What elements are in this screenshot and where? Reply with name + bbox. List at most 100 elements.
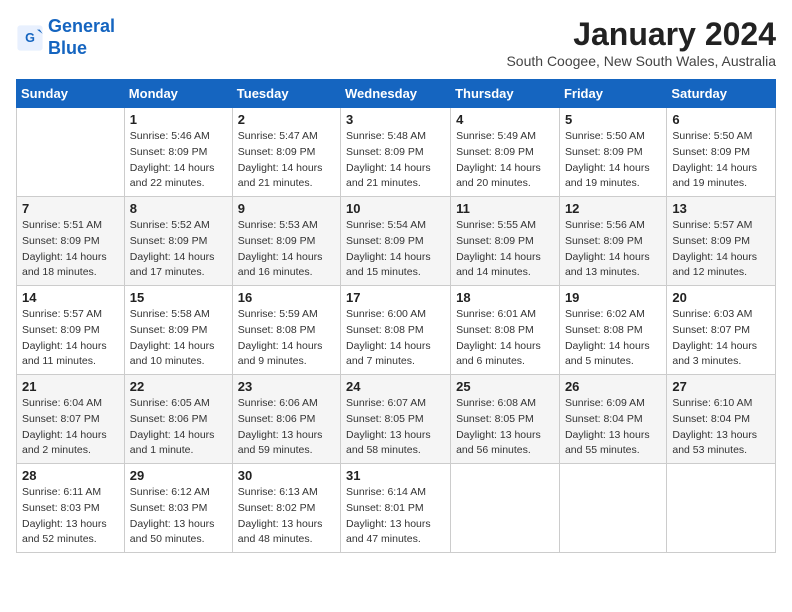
month-title: January 2024 [506, 16, 776, 53]
calendar-cell: 20 Sunrise: 6:03 AM Sunset: 8:07 PM Dayli… [667, 286, 776, 375]
calendar-cell: 22 Sunrise: 6:05 AM Sunset: 8:06 PM Dayli… [124, 375, 232, 464]
day-detail: Sunrise: 6:01 AM Sunset: 8:08 PM Dayligh… [456, 307, 554, 370]
calendar-cell: 11Sunrise: 5:55 AM Sunset: 8:09 PM Dayli… [451, 197, 560, 286]
day-number: 13 [672, 201, 770, 216]
weekday-header: Sunday [17, 80, 125, 108]
day-detail: Sunrise: 5:52 AM Sunset: 8:09 PM Dayligh… [130, 218, 227, 281]
calendar-cell: 28 Sunrise: 6:11 AM Sunset: 8:03 PM Dayli… [17, 464, 125, 553]
location-subtitle: South Coogee, New South Wales, Australia [506, 53, 776, 69]
day-detail: Sunrise: 6:14 AM Sunset: 8:01 PM Dayligh… [346, 485, 445, 548]
day-number: 10 [346, 201, 445, 216]
calendar-cell: 29Sunrise: 6:12 AM Sunset: 8:03 PM Dayli… [124, 464, 232, 553]
calendar-cell: 24Sunrise: 6:07 AM Sunset: 8:05 PM Dayli… [341, 375, 451, 464]
day-detail: Sunrise: 6:00 AM Sunset: 8:08 PM Dayligh… [346, 307, 445, 370]
day-detail: Sunrise: 6:05 AM Sunset: 8:06 PM Dayligh… [130, 396, 227, 459]
day-number: 31 [346, 468, 445, 483]
day-number: 16 [238, 290, 335, 305]
calendar-week-row: 21Sunrise: 6:04 AM Sunset: 8:07 PM Dayli… [17, 375, 776, 464]
weekday-header: Saturday [667, 80, 776, 108]
day-number: 22 [130, 379, 227, 394]
day-number: 28 [22, 468, 119, 483]
logo-text: General Blue [48, 16, 115, 59]
calendar-cell: 25Sunrise: 6:08 AM Sunset: 8:05 PM Dayli… [451, 375, 560, 464]
day-number: 3 [346, 112, 445, 127]
day-detail: Sunrise: 6:13 AM Sunset: 8:02 PM Dayligh… [238, 485, 335, 548]
day-detail: Sunrise: 6:09 AM Sunset: 8:04 PM Dayligh… [565, 396, 661, 459]
day-detail: Sunrise: 6:02 AM Sunset: 8:08 PM Dayligh… [565, 307, 661, 370]
logo-line1: General [48, 16, 115, 36]
day-detail: Sunrise: 6:10 AM Sunset: 8:04 PM Dayligh… [672, 396, 770, 459]
logo-line2: Blue [48, 38, 87, 58]
day-number: 20 [672, 290, 770, 305]
calendar-cell [451, 464, 560, 553]
logo-icon: G [16, 24, 44, 52]
day-detail: Sunrise: 5:55 AM Sunset: 8:09 PM Dayligh… [456, 218, 554, 281]
calendar-cell: 18 Sunrise: 6:01 AM Sunset: 8:08 PM Dayli… [451, 286, 560, 375]
weekday-header: Wednesday [341, 80, 451, 108]
day-detail: Sunrise: 5:50 AM Sunset: 8:09 PM Dayligh… [565, 129, 661, 192]
day-detail: Sunrise: 5:51 AM Sunset: 8:09 PM Dayligh… [22, 218, 119, 281]
day-detail: Sunrise: 5:49 AM Sunset: 8:09 PM Dayligh… [456, 129, 554, 192]
calendar-cell: 19Sunrise: 6:02 AM Sunset: 8:08 PM Dayli… [559, 286, 666, 375]
calendar-cell: 10 Sunrise: 5:54 AM Sunset: 8:09 PM Dayli… [341, 197, 451, 286]
calendar-cell: 7 Sunrise: 5:51 AM Sunset: 8:09 PM Daylig… [17, 197, 125, 286]
calendar-cell: 6 Sunrise: 5:50 AM Sunset: 8:09 PM Daylig… [667, 108, 776, 197]
day-number: 7 [22, 201, 119, 216]
day-number: 18 [456, 290, 554, 305]
day-detail: Sunrise: 5:54 AM Sunset: 8:09 PM Dayligh… [346, 218, 445, 281]
day-number: 29 [130, 468, 227, 483]
day-number: 4 [456, 112, 554, 127]
calendar-cell: 3 Sunrise: 5:48 AM Sunset: 8:09 PM Daylig… [341, 108, 451, 197]
day-detail: Sunrise: 5:46 AM Sunset: 8:09 PM Dayligh… [130, 129, 227, 192]
calendar-cell: 5 Sunrise: 5:50 AM Sunset: 8:09 PM Daylig… [559, 108, 666, 197]
calendar-week-row: 14Sunrise: 5:57 AM Sunset: 8:09 PM Dayli… [17, 286, 776, 375]
calendar-cell: 23Sunrise: 6:06 AM Sunset: 8:06 PM Dayli… [232, 375, 340, 464]
calendar-cell: 13 Sunrise: 5:57 AM Sunset: 8:09 PM Dayli… [667, 197, 776, 286]
calendar-cell: 21Sunrise: 6:04 AM Sunset: 8:07 PM Dayli… [17, 375, 125, 464]
calendar-cell [17, 108, 125, 197]
calendar-cell: 12Sunrise: 5:56 AM Sunset: 8:09 PM Dayli… [559, 197, 666, 286]
day-number: 12 [565, 201, 661, 216]
calendar-week-row: 1 Sunrise: 5:46 AM Sunset: 8:09 PM Daylig… [17, 108, 776, 197]
calendar-cell: 4 Sunrise: 5:49 AM Sunset: 8:09 PM Daylig… [451, 108, 560, 197]
weekday-header: Monday [124, 80, 232, 108]
day-number: 15 [130, 290, 227, 305]
day-number: 5 [565, 112, 661, 127]
day-detail: Sunrise: 5:48 AM Sunset: 8:09 PM Dayligh… [346, 129, 445, 192]
day-number: 25 [456, 379, 554, 394]
day-number: 26 [565, 379, 661, 394]
calendar-cell: 14Sunrise: 5:57 AM Sunset: 8:09 PM Dayli… [17, 286, 125, 375]
calendar-cell: 9 Sunrise: 5:53 AM Sunset: 8:09 PM Daylig… [232, 197, 340, 286]
day-detail: Sunrise: 6:07 AM Sunset: 8:05 PM Dayligh… [346, 396, 445, 459]
weekday-header: Friday [559, 80, 666, 108]
day-detail: Sunrise: 5:53 AM Sunset: 8:09 PM Dayligh… [238, 218, 335, 281]
calendar-cell [559, 464, 666, 553]
day-detail: Sunrise: 6:03 AM Sunset: 8:07 PM Dayligh… [672, 307, 770, 370]
svg-text:G: G [25, 31, 35, 45]
day-number: 27 [672, 379, 770, 394]
calendar-week-row: 7 Sunrise: 5:51 AM Sunset: 8:09 PM Daylig… [17, 197, 776, 286]
day-detail: Sunrise: 5:50 AM Sunset: 8:09 PM Dayligh… [672, 129, 770, 192]
day-detail: Sunrise: 5:59 AM Sunset: 8:08 PM Dayligh… [238, 307, 335, 370]
calendar-week-row: 28 Sunrise: 6:11 AM Sunset: 8:03 PM Dayli… [17, 464, 776, 553]
weekday-header-row: SundayMondayTuesdayWednesdayThursdayFrid… [17, 80, 776, 108]
calendar-table: SundayMondayTuesdayWednesdayThursdayFrid… [16, 79, 776, 553]
weekday-header: Thursday [451, 80, 560, 108]
calendar-cell: 16 Sunrise: 5:59 AM Sunset: 8:08 PM Dayli… [232, 286, 340, 375]
day-number: 30 [238, 468, 335, 483]
title-block: January 2024 South Coogee, New South Wal… [506, 16, 776, 69]
day-detail: Sunrise: 6:11 AM Sunset: 8:03 PM Dayligh… [22, 485, 119, 548]
day-number: 9 [238, 201, 335, 216]
day-detail: Sunrise: 5:57 AM Sunset: 8:09 PM Dayligh… [672, 218, 770, 281]
logo: G General Blue [16, 16, 115, 59]
day-number: 6 [672, 112, 770, 127]
day-detail: Sunrise: 6:06 AM Sunset: 8:06 PM Dayligh… [238, 396, 335, 459]
weekday-header: Tuesday [232, 80, 340, 108]
page-header: G General Blue January 2024 South Coogee… [16, 16, 776, 69]
calendar-cell: 2Sunrise: 5:47 AM Sunset: 8:09 PM Daylig… [232, 108, 340, 197]
day-number: 1 [130, 112, 227, 127]
calendar-cell: 26 Sunrise: 6:09 AM Sunset: 8:04 PM Dayli… [559, 375, 666, 464]
day-number: 17 [346, 290, 445, 305]
day-number: 14 [22, 290, 119, 305]
calendar-cell: 1 Sunrise: 5:46 AM Sunset: 8:09 PM Daylig… [124, 108, 232, 197]
